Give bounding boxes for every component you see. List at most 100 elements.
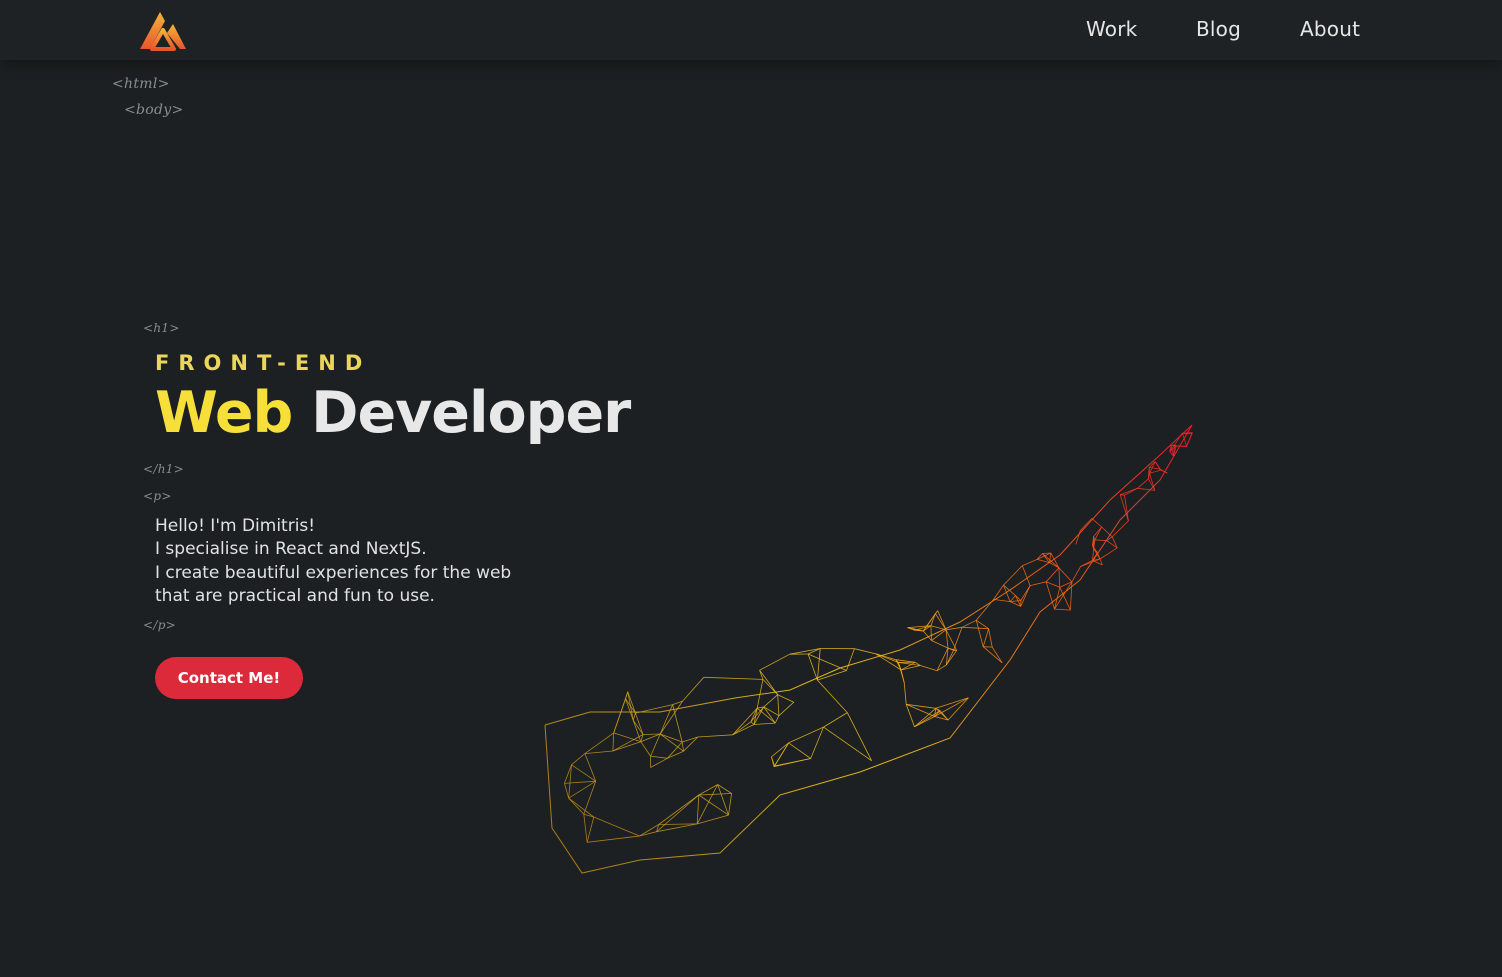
- mesh-line: [788, 742, 811, 759]
- mesh-line: [1054, 608, 1071, 611]
- h1-open-tag: <h1>: [143, 321, 180, 335]
- nav-link-blog[interactable]: Blog: [1196, 17, 1241, 41]
- nav-link-work[interactable]: Work: [1086, 17, 1137, 41]
- mesh-outline: [544, 424, 1193, 874]
- mesh-line: [732, 721, 752, 736]
- mesh-line: [1003, 565, 1023, 586]
- hero-title-accent: Web: [155, 380, 293, 446]
- mesh-line: [774, 715, 780, 724]
- intro-line: that are practical and fun to use.: [155, 586, 435, 607]
- mesh-line: [953, 627, 963, 651]
- mesh-line: [846, 648, 855, 671]
- mesh-line: [937, 610, 947, 630]
- mesh-line: [732, 724, 755, 736]
- mesh-line: [991, 646, 1003, 664]
- mesh-line: [732, 707, 758, 736]
- mesh-line: [961, 626, 989, 630]
- mesh-line: [903, 682, 907, 705]
- mesh-line: [988, 628, 993, 648]
- hero-title: Web Developer: [155, 378, 631, 448]
- mesh-line: [753, 722, 776, 725]
- mesh-line: [568, 780, 596, 799]
- mesh-line: [682, 677, 705, 702]
- mesh-line: [898, 662, 921, 666]
- mesh-line: [681, 741, 684, 752]
- mesh-line: [1137, 487, 1155, 491]
- mesh-line: [854, 648, 876, 655]
- mesh-line: [697, 734, 733, 738]
- html-open-tag: <html>: [112, 76, 170, 92]
- mesh-line: [750, 721, 755, 725]
- mesh-line: [1010, 600, 1021, 602]
- mesh-line: [696, 794, 700, 824]
- mesh-line: [1079, 518, 1093, 531]
- mesh-line: [982, 646, 1003, 664]
- mesh-line: [1045, 581, 1060, 588]
- mesh-line: [1124, 495, 1129, 521]
- mesh-line: [656, 823, 698, 833]
- mesh-line: [1124, 487, 1138, 496]
- mesh-line: [901, 665, 921, 671]
- mesh-line: [613, 732, 641, 743]
- mesh-line: [613, 698, 626, 734]
- mesh-line: [817, 648, 821, 681]
- mesh-line: [625, 698, 636, 714]
- mesh-line: [1119, 494, 1129, 522]
- mesh-line: [777, 694, 794, 703]
- hero-intro: Hello! I'm Dimitris! I specialise in Rea…: [155, 515, 575, 609]
- mesh-line: [1058, 567, 1061, 588]
- mesh-line: [571, 753, 586, 766]
- mesh-line: [930, 625, 932, 641]
- mesh-line: [584, 732, 614, 754]
- mesh-line: [659, 733, 684, 752]
- mesh-lines: [544, 424, 1193, 874]
- mesh-line: [568, 764, 572, 799]
- mesh-line: [1009, 595, 1016, 602]
- mesh-line: [658, 794, 700, 825]
- mesh-line: [703, 676, 763, 680]
- mesh-line: [1030, 581, 1047, 586]
- logo-icon[interactable]: [138, 8, 188, 52]
- mesh-line: [659, 704, 673, 735]
- mesh-line: [1091, 518, 1102, 528]
- p-close-tag: </p>: [143, 618, 177, 632]
- mesh-line: [640, 741, 651, 757]
- mesh-line: [807, 653, 818, 681]
- mesh-line: [777, 694, 780, 716]
- mesh-line: [564, 783, 570, 799]
- mesh-line: [817, 679, 848, 713]
- nav-link-about[interactable]: About: [1300, 17, 1360, 41]
- mesh-line: [642, 733, 661, 735]
- mesh-line: [789, 648, 821, 655]
- body-open-tag: <body>: [124, 102, 184, 118]
- intro-line: Hello! I'm Dimitris!: [155, 516, 316, 536]
- page: Work Blog About <html> <body> <h1> FRONT…: [0, 0, 1502, 977]
- mesh-line: [1094, 539, 1107, 542]
- mesh-line: [846, 712, 872, 761]
- mesh-line: [1186, 432, 1193, 447]
- mesh-line: [771, 756, 775, 767]
- mesh-line: [1149, 467, 1161, 470]
- mesh-line: [639, 824, 659, 837]
- mesh-line: [728, 793, 732, 816]
- mesh-line: [759, 670, 764, 680]
- mesh-line: [697, 814, 729, 825]
- mesh-line: [583, 814, 588, 843]
- contact-me-button[interactable]: Contact Me!: [155, 657, 303, 699]
- mesh-line: [667, 750, 684, 759]
- mesh-line: [1137, 478, 1149, 489]
- mesh-line: [961, 619, 977, 628]
- mesh-line: [632, 712, 636, 721]
- hero-title-rest: Developer: [311, 380, 631, 446]
- mesh-line: [593, 816, 640, 837]
- mesh-line: [586, 816, 595, 843]
- mesh-line: [587, 835, 640, 843]
- mesh-line: [650, 757, 668, 768]
- mesh-line: [773, 758, 811, 768]
- mesh-line: [1022, 559, 1038, 567]
- mesh-line: [1021, 565, 1031, 586]
- mesh-line: [1101, 526, 1113, 538]
- mesh-line: [639, 831, 657, 837]
- mesh-line: [568, 797, 595, 818]
- mesh-line: [1071, 566, 1081, 582]
